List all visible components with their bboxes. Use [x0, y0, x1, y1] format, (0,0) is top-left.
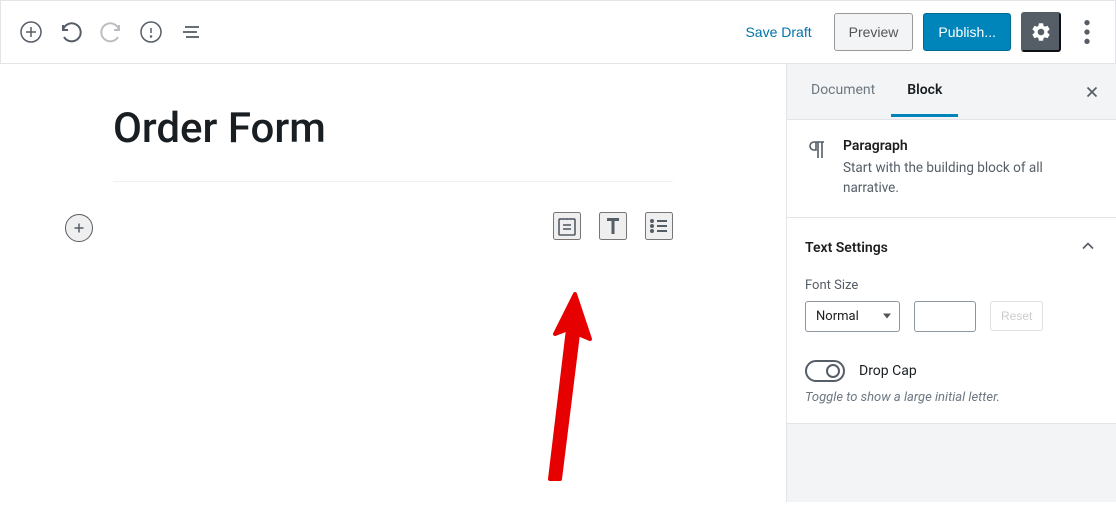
editor-area: Order Form [0, 64, 786, 502]
sidebar: Document Block Paragraph Start with the … [786, 64, 1116, 502]
inserter-row [113, 212, 673, 240]
drop-cap-label: Drop Cap [859, 363, 917, 379]
toolbar-left [13, 14, 209, 50]
save-draft-button[interactable]: Save Draft [733, 16, 823, 48]
content-structure-button[interactable] [133, 14, 169, 50]
list-icon [647, 214, 671, 238]
heading-block-button[interactable] [599, 212, 627, 240]
form-block-button[interactable] [553, 212, 581, 240]
drop-cap-toggle[interactable] [805, 360, 845, 382]
sidebar-tabs: Document Block [787, 64, 1116, 120]
paragraph-icon [805, 138, 829, 199]
heading-icon [601, 214, 625, 238]
block-navigation-button[interactable] [173, 14, 209, 50]
form-icon [555, 214, 579, 238]
add-block-inline-button[interactable] [65, 214, 93, 242]
block-area [113, 212, 673, 240]
font-size-select[interactable]: Normal [805, 301, 900, 332]
block-name: Paragraph [843, 138, 1098, 154]
font-size-custom-input[interactable] [914, 301, 976, 332]
editor-content: Order Form [53, 104, 733, 240]
font-size-label: Font Size [805, 278, 1098, 293]
text-settings-header[interactable]: Text Settings [805, 236, 1098, 260]
block-description: Start with the building block of all nar… [843, 158, 1098, 199]
font-size-reset-button[interactable]: Reset [990, 301, 1043, 331]
block-description-panel: Paragraph Start with the building block … [787, 120, 1116, 218]
redo-button[interactable] [93, 14, 129, 50]
undo-button[interactable] [53, 14, 89, 50]
plus-icon [70, 219, 88, 237]
list-block-button[interactable] [645, 212, 673, 240]
settings-button[interactable] [1021, 12, 1061, 52]
add-block-button[interactable] [13, 14, 49, 50]
annotation-arrow [500, 279, 630, 509]
close-icon [1083, 83, 1101, 101]
publish-button[interactable]: Publish... [923, 13, 1011, 51]
text-settings-title: Text Settings [805, 240, 888, 256]
body-wrap: Order Form [0, 64, 1116, 502]
more-vertical-icon [1071, 16, 1103, 48]
toolbar-right: Save Draft Preview Publish... [733, 12, 1103, 52]
more-options-button[interactable] [1071, 12, 1103, 52]
sidebar-close-button[interactable] [1076, 76, 1108, 108]
page-title[interactable]: Order Form [113, 104, 673, 182]
drop-cap-help: Toggle to show a large initial letter. [805, 390, 1098, 405]
text-settings-panel: Text Settings Font Size Normal Reset Dro… [787, 218, 1116, 424]
gear-icon [1030, 21, 1052, 43]
tab-document[interactable]: Document [795, 66, 891, 117]
preview-button[interactable]: Preview [834, 13, 914, 51]
tab-block[interactable]: Block [891, 66, 958, 117]
top-toolbar: Save Draft Preview Publish... [0, 0, 1116, 64]
chevron-up-icon [1078, 236, 1098, 260]
